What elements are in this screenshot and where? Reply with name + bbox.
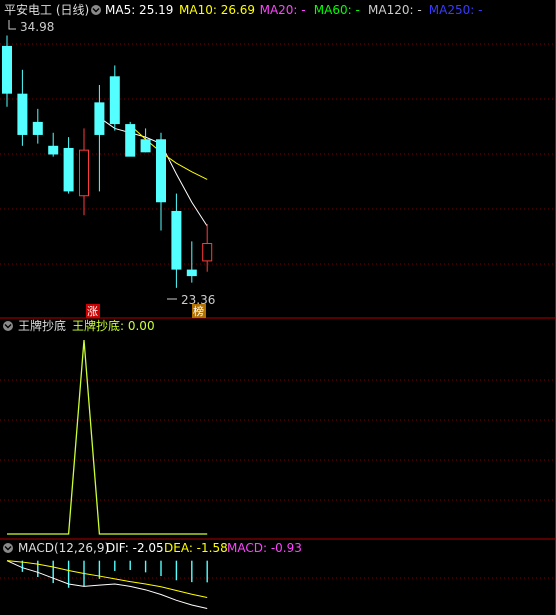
collapse-chevron-icon[interactable] <box>91 5 101 15</box>
svg-text:榜: 榜 <box>193 304 204 318</box>
ma-legend-item: MA120: - <box>368 3 422 17</box>
svg-text:34.98: 34.98 <box>20 20 54 34</box>
ma-legend-item: MA250: - <box>429 3 483 17</box>
candlestick <box>17 69 28 146</box>
candle-body <box>156 139 166 203</box>
dif-label: DIF: -2.05 <box>106 541 164 555</box>
macd-panel-name: MACD(12,26,9) <box>18 541 109 555</box>
candle-body <box>17 93 28 135</box>
ma-legend-item: MA10: 26.69 <box>179 3 255 17</box>
candles <box>2 35 213 288</box>
candle-body <box>48 145 59 155</box>
candle-body <box>63 147 74 192</box>
ma-legend-item: MA5: 25.19 <box>105 3 173 17</box>
candlestick <box>79 128 89 216</box>
candlestick <box>186 241 197 283</box>
candlestick <box>94 84 105 192</box>
zhang-badge[interactable]: 涨 <box>86 304 100 318</box>
candlestick <box>202 223 213 272</box>
dea-line <box>6 560 208 599</box>
ma-lines <box>99 117 208 227</box>
macd-bars <box>21 560 208 588</box>
candle-body <box>94 102 105 135</box>
macd-label: MACD: -0.93 <box>227 541 302 555</box>
candle-body <box>202 243 213 262</box>
low-label: 23.36 <box>167 293 215 307</box>
dif-line <box>6 560 208 609</box>
signal-value-label: 王牌抄底: 0.00 <box>72 318 155 333</box>
signal-panel-name: 王牌抄底 <box>18 318 66 333</box>
candle-body <box>171 210 182 270</box>
svg-text:涨: 涨 <box>87 305 98 318</box>
candlestick <box>2 35 12 107</box>
candlestick <box>32 108 43 144</box>
candlestick <box>48 132 59 157</box>
candlestick <box>156 132 166 231</box>
candle-body <box>125 124 136 157</box>
dea-label: DEA: -1.58 <box>164 541 228 555</box>
ma-legend-item: MA60: - <box>314 3 360 17</box>
bang-badge[interactable]: 榜 <box>192 304 206 318</box>
candlestick <box>125 121 136 157</box>
candle-body <box>186 269 197 277</box>
high-label: 34.98 <box>8 20 54 34</box>
ma-legend-item: MA20: - <box>260 3 306 17</box>
candle-body <box>109 76 120 125</box>
candlestick <box>171 193 182 288</box>
candlestick <box>63 137 74 194</box>
stock-title: 平安电工 (日线) <box>4 2 89 17</box>
candle-body <box>32 121 43 135</box>
signal-collapse-icon[interactable] <box>3 321 13 331</box>
signal-series-line <box>7 339 208 535</box>
candle-body <box>2 45 12 94</box>
candlestick <box>109 65 120 131</box>
macd-collapse-icon[interactable] <box>3 543 13 553</box>
candle-body <box>140 139 151 153</box>
candle-body <box>79 149 89 197</box>
ma-legend: MA5: 25.19 MA10: 26.69 MA20: - MA60: - MA120… <box>105 3 482 17</box>
stock-chart: 平安电工 (日线) MA5: 25.19 MA10: 26.69 MA20: - MA… <box>0 0 556 615</box>
candlestick <box>140 128 151 153</box>
